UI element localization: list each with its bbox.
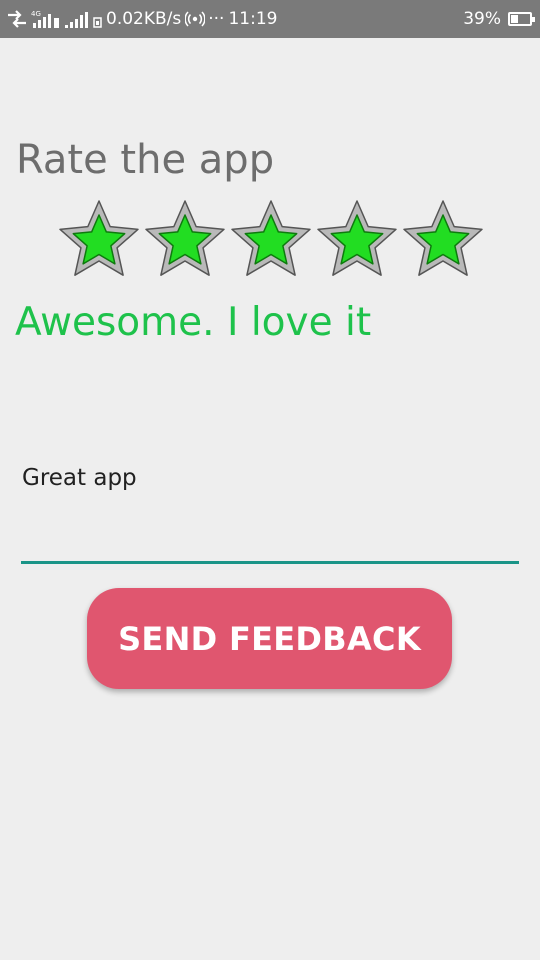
status-bar-left: 4G 0.02KB/s ··· 11:19 xyxy=(6,0,281,38)
page-title: Rate the app xyxy=(16,137,275,183)
clock: 11:19 xyxy=(228,9,278,29)
star-icon[interactable] xyxy=(228,196,314,282)
signal-icon-2 xyxy=(64,9,90,29)
star-icon[interactable] xyxy=(314,196,400,282)
star-icon[interactable] xyxy=(142,196,228,282)
star-icon[interactable] xyxy=(56,196,142,282)
send-feedback-button[interactable]: SEND FEEDBACK xyxy=(87,588,452,689)
feedback-input[interactable]: Great app xyxy=(21,454,519,564)
send-feedback-label: SEND FEEDBACK xyxy=(118,619,421,658)
feedback-input-value: Great app xyxy=(22,465,137,491)
signal-icon: 4G xyxy=(31,9,61,29)
network-type-label: 4G xyxy=(31,10,41,18)
star-icon[interactable] xyxy=(400,196,486,282)
hotspot-icon xyxy=(185,9,206,29)
rating-message: Awesome. I love it xyxy=(15,300,372,345)
status-bar: 4G 0.02KB/s ··· 11:19 39% xyxy=(0,0,540,38)
data-transfer-icon xyxy=(6,9,28,29)
battery-level xyxy=(511,15,518,23)
status-bar-right: 39% xyxy=(463,0,535,38)
rating-bar[interactable] xyxy=(56,196,486,282)
battery-percent: 39% xyxy=(463,9,501,29)
sim-icon xyxy=(93,9,103,29)
network-speed: 0.02KB/s xyxy=(106,9,182,29)
battery-icon xyxy=(508,12,535,26)
more-indicator: ··· xyxy=(208,9,225,29)
